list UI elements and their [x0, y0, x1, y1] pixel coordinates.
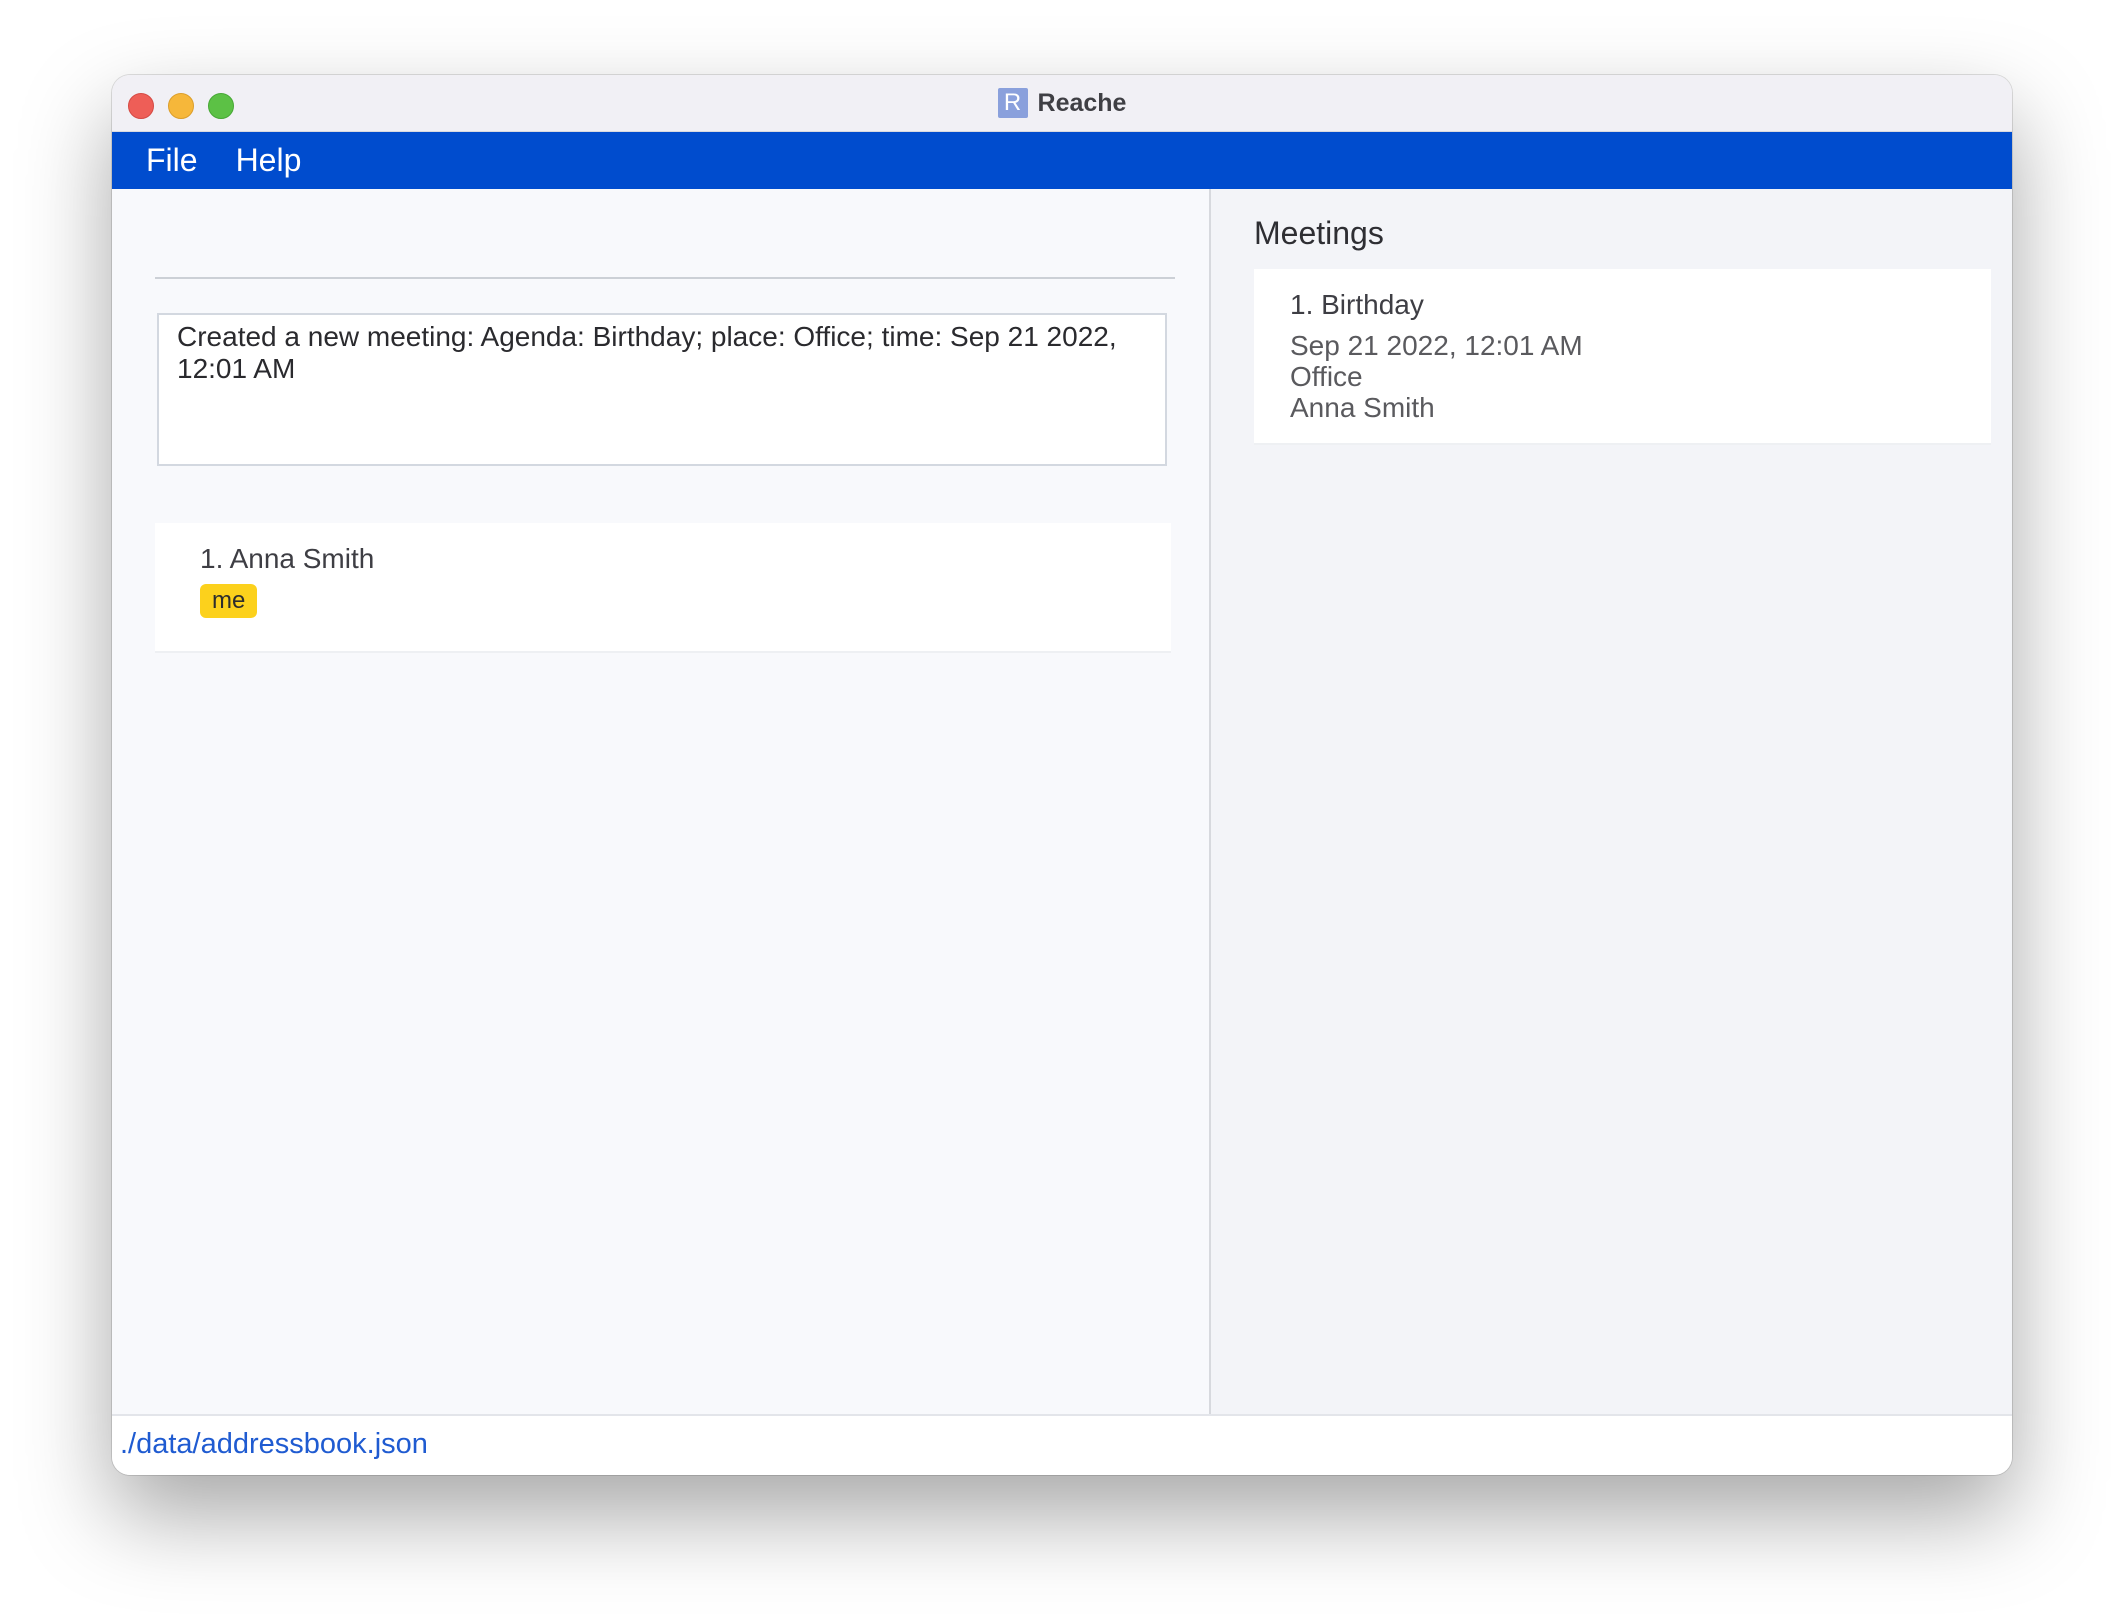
person-list-item[interactable]: 1. Anna Smith me — [155, 523, 1171, 653]
person-tag: me — [200, 584, 258, 618]
meeting-time: Sep 21 2022, 12:01 AM — [1290, 330, 1583, 361]
meeting-attendees: Anna Smith — [1290, 392, 1435, 423]
menu-file[interactable]: File — [146, 142, 198, 179]
window-title: Reache — [1037, 88, 1127, 117]
data-file-path: ./data/addressbook.json — [120, 1428, 428, 1460]
menu-bar: File Help — [112, 132, 2012, 189]
main-pane: Created a new meeting: Agenda: Birthday;… — [112, 189, 1209, 1414]
title-bar: R Reache — [112, 75, 2012, 132]
status-bar: ./data/addressbook.json — [112, 1414, 2012, 1475]
meeting-title: 1. Birthday — [1290, 289, 1424, 320]
command-input[interactable] — [155, 209, 1175, 279]
meetings-pane: Meetings 1. Birthday Sep 21 2022, 12:01 … — [1211, 189, 2012, 1414]
app-window: R Reache File Help Created a new meeting… — [112, 75, 2012, 1475]
meeting-list-item[interactable]: 1. Birthday Sep 21 2022, 12:01 AM Office… — [1254, 269, 1991, 445]
person-name: 1. Anna Smith — [200, 543, 375, 574]
meeting-place: Office — [1290, 361, 1363, 392]
menu-help[interactable]: Help — [236, 142, 302, 179]
app-logo-icon: R — [997, 88, 1028, 118]
window-title-group: R Reache — [112, 75, 2012, 131]
result-display: Created a new meeting: Agenda: Birthday;… — [157, 313, 1167, 466]
meetings-heading: Meetings — [1254, 215, 1384, 251]
